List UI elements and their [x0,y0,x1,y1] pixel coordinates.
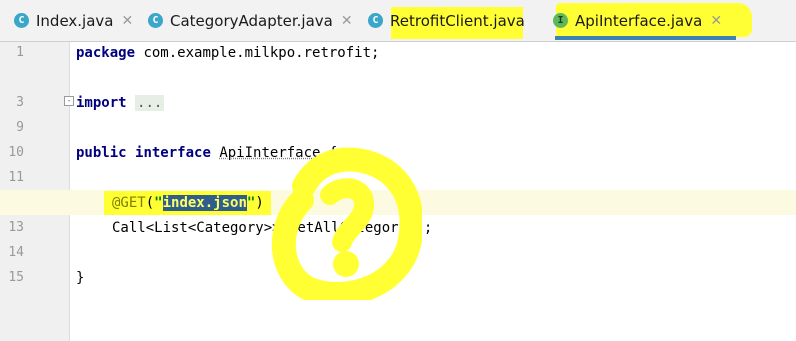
tab-label: CategoryAdapter.java [170,11,333,30]
class-file-icon: C [14,13,29,28]
active-tab-indicator [555,36,736,40]
code-line-package[interactable]: package com.example.milkpo.retrofit; [76,45,379,61]
selected-endpoint-string: index.json [162,195,247,211]
keyword: public [76,145,127,161]
keyword: interface [135,145,211,161]
line-number: 1 [16,45,24,60]
code-line-import[interactable]: import ... [76,95,165,111]
line-number: 14 [8,245,24,260]
close-brace: } [76,270,85,286]
folded-imports[interactable]: ... [135,95,165,111]
string-quote: " [154,195,163,211]
close-icon[interactable]: ✕ [341,13,353,29]
package-name: com.example.milkpo.retrofit; [135,45,380,61]
marker-scribble [271,147,422,300]
tab-label: Index.java [36,11,114,30]
tab-api-interface-java[interactable]: I ApiInterface.java ✕ [553,0,722,41]
paren: ( [145,195,155,211]
line-number: 13 [8,220,24,235]
annotation: @GET [112,195,146,211]
fold-toggle-icon[interactable]: - [64,96,74,106]
tab-label: RetrofitClient.java [390,11,525,30]
keyword: import [76,95,127,111]
line-number: 15 [8,270,24,285]
code-line-annotation[interactable]: @GET("index.json") [112,195,264,211]
tab-category-adapter-java[interactable]: C CategoryAdapter.java ✕ [148,0,353,41]
line-number: 3 [16,95,24,110]
tab-retrofit-client-java[interactable]: C RetrofitClient.java [368,0,525,41]
keyword: package [76,45,136,61]
line-number: 9 [16,120,24,135]
class-file-icon: C [368,13,383,28]
line-number: 10 [8,145,24,160]
class-file-icon: C [148,13,163,28]
tab-index-java[interactable]: C Index.java ✕ [14,0,133,41]
tab-label: ApiInterface.java [575,11,703,30]
editor-tab-bar: C Index.java ✕ C CategoryAdapter.java ✕ … [0,0,796,42]
line-number: 11 [8,170,24,185]
close-icon[interactable]: ✕ [122,13,134,29]
interface-file-icon: I [553,13,568,28]
code-line-close-brace[interactable]: } [76,270,84,286]
close-icon[interactable]: ✕ [710,13,722,29]
